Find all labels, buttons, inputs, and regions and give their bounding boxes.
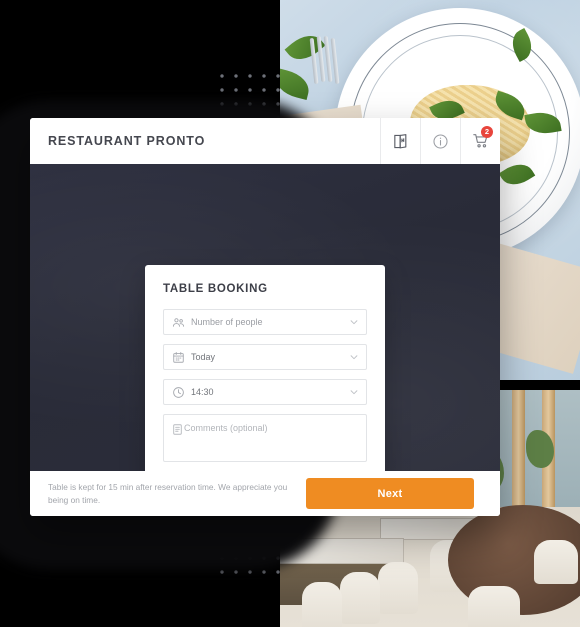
cart-button[interactable]: 2 (460, 118, 500, 164)
menu-book-icon (392, 133, 409, 150)
calendar-icon (171, 350, 185, 364)
note-icon (171, 423, 184, 436)
menu-book-button[interactable] (380, 118, 420, 164)
page-title: RESTAURANT PRONTO (48, 134, 206, 148)
people-select-value: Number of people (191, 317, 263, 327)
chair (534, 540, 578, 584)
date-select-value: Today (191, 352, 216, 362)
table-booking-card: TABLE BOOKING Number of people Today 14:… (145, 265, 385, 482)
info-button[interactable] (420, 118, 460, 164)
booking-title: TABLE BOOKING (163, 283, 268, 295)
next-button[interactable]: Next (306, 478, 474, 509)
app-header: RESTAURANT PRONTO 2 (30, 118, 500, 164)
time-select-value: 14:30 (191, 387, 214, 397)
comments-placeholder: Comments (optional) (184, 423, 268, 433)
chair (378, 562, 418, 614)
people-select[interactable]: Number of people (163, 309, 367, 335)
time-select[interactable]: 14:30 (163, 379, 367, 405)
cart-badge: 2 (481, 126, 493, 138)
chair (302, 582, 342, 627)
info-icon (432, 133, 449, 150)
reservation-note: Table is kept for 15 min after reservati… (48, 482, 288, 505)
chevron-down-icon (349, 352, 359, 362)
comments-input[interactable]: Comments (optional) (163, 414, 367, 462)
basil-leaf-icon (280, 68, 313, 100)
clock-icon (171, 385, 185, 399)
hero-image-area: TABLE BOOKING Number of people Today 14:… (30, 164, 500, 482)
people-icon (171, 315, 185, 329)
date-select[interactable]: Today (163, 344, 367, 370)
screenshot-canvas: RESTAURANT PRONTO 2 TABLE BOOKING Number… (0, 0, 580, 627)
chevron-down-icon (349, 317, 359, 327)
app-footer: Table is kept for 15 min after reservati… (30, 471, 500, 516)
app-window: RESTAURANT PRONTO 2 TABLE BOOKING Number… (30, 118, 500, 516)
chair (468, 586, 520, 627)
chevron-down-icon (349, 387, 359, 397)
chair (340, 572, 380, 624)
